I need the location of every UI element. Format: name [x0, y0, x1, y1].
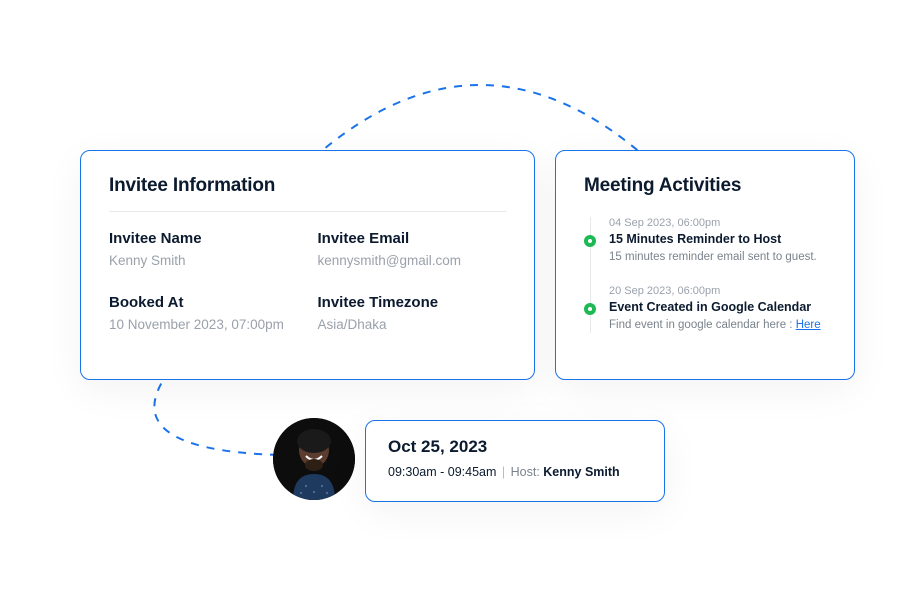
activity-description: 15 minutes reminder email sent to guest.	[609, 249, 826, 265]
check-icon	[584, 303, 596, 315]
summary-meta: 09:30am - 09:45am | Host: Kenny Smith	[388, 465, 642, 479]
field-label: Invitee Timezone	[318, 294, 507, 311]
field-value: 10 November 2023, 07:00pm	[109, 317, 298, 332]
divider: |	[500, 465, 507, 479]
invitee-grid: Invitee Name Kenny Smith Invitee Email k…	[109, 230, 506, 332]
invitee-info-card: Invitee Information Invitee Name Kenny S…	[80, 150, 535, 380]
summary-date: Oct 25, 2023	[388, 437, 642, 457]
timeline: 04 Sep 2023, 06:00pm 15 Minutes Reminder…	[590, 217, 826, 333]
timeline-item: 04 Sep 2023, 06:00pm 15 Minutes Reminder…	[609, 217, 826, 285]
activity-timestamp: 20 Sep 2023, 06:00pm	[609, 285, 826, 297]
field-invitee-name: Invitee Name Kenny Smith	[109, 230, 298, 268]
field-label: Invitee Name	[109, 230, 298, 247]
check-icon	[584, 235, 596, 247]
host-name: Kenny Smith	[543, 465, 619, 479]
timeline-item: 20 Sep 2023, 06:00pm Event Created in Go…	[609, 285, 826, 333]
activity-title: Event Created in Google Calendar	[609, 300, 826, 314]
avatar	[273, 418, 355, 500]
calendar-link[interactable]: Here	[796, 319, 821, 331]
field-invitee-email: Invitee Email kennysmith@gmail.com	[318, 230, 507, 268]
activities-card: Meeting Activities 04 Sep 2023, 06:00pm …	[555, 150, 855, 380]
invitee-card-title: Invitee Information	[109, 175, 506, 212]
host-label: Host:	[511, 465, 544, 479]
field-label: Booked At	[109, 294, 298, 311]
field-value: kennysmith@gmail.com	[318, 253, 507, 268]
summary-time-range: 09:30am - 09:45am	[388, 465, 496, 479]
field-label: Invitee Email	[318, 230, 507, 247]
field-timezone: Invitee Timezone Asia/Dhaka	[318, 294, 507, 332]
activity-title: 15 Minutes Reminder to Host	[609, 232, 826, 246]
field-value: Kenny Smith	[109, 253, 298, 268]
summary-card: Oct 25, 2023 09:30am - 09:45am | Host: K…	[365, 420, 665, 502]
activity-timestamp: 04 Sep 2023, 06:00pm	[609, 217, 826, 229]
field-booked-at: Booked At 10 November 2023, 07:00pm	[109, 294, 298, 332]
activities-card-title: Meeting Activities	[584, 175, 826, 211]
field-value: Asia/Dhaka	[318, 317, 507, 332]
activity-description: Find event in google calendar here : Her…	[609, 317, 826, 333]
